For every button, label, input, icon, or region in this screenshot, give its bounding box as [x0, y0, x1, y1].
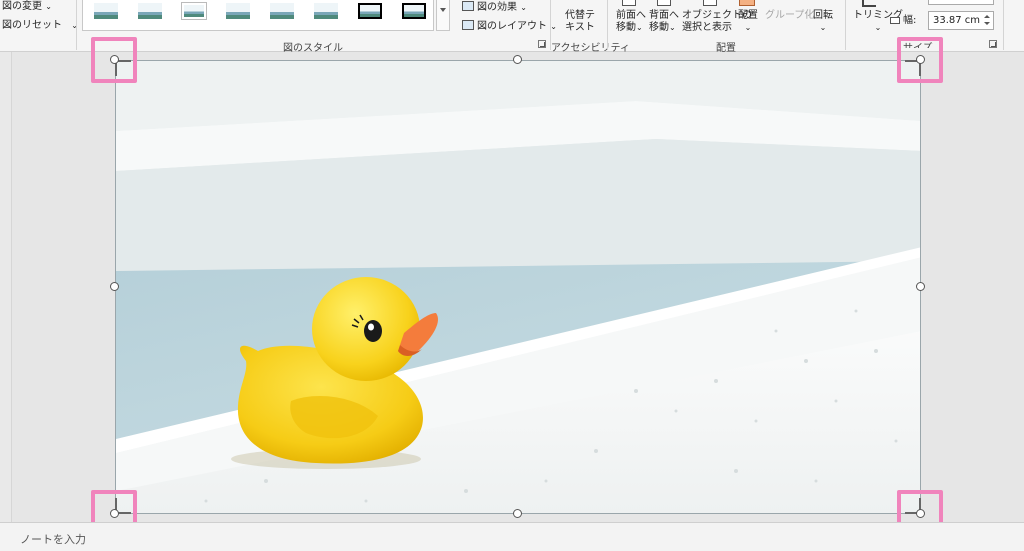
thumbnail-pane-edge	[0, 52, 12, 522]
picture-style-thumb[interactable]	[91, 1, 121, 23]
chevron-down-icon: ⌄	[819, 23, 827, 32]
alt-text-label-line1: 代替テ	[565, 10, 595, 21]
bring-forward-label-line1: 前面へ	[616, 10, 646, 21]
spinner-icon[interactable]	[983, 13, 991, 28]
align-icon	[739, 0, 755, 6]
notes-pane[interactable]: ノートを入力	[0, 522, 1024, 551]
width-icon	[890, 17, 900, 24]
picture-style-thumb[interactable]	[267, 1, 297, 23]
change-picture-button[interactable]: 図の変更 ⌄	[2, 1, 52, 13]
picture-style-thumb[interactable]	[223, 1, 253, 23]
dialog-launcher-icon[interactable]	[989, 40, 997, 48]
reset-picture-label: 図のリセット	[2, 20, 62, 31]
selection-pane-icon	[703, 0, 717, 6]
chevron-down-icon: ⌄	[520, 3, 527, 12]
rotate-button[interactable]: 回転 ⌄	[813, 10, 833, 34]
chevron-down-icon: ⌄	[874, 23, 882, 32]
picture-effects-icon	[462, 1, 474, 11]
notes-placeholder: ノートを入力	[20, 533, 86, 546]
highlight-top-right	[897, 37, 943, 83]
picture-style-thumb[interactable]	[399, 1, 429, 23]
resize-handle-right[interactable]	[916, 282, 925, 291]
bring-forward-icon	[622, 0, 636, 6]
align-button[interactable]: 配置 ⌄	[738, 10, 758, 34]
send-backward-icon	[657, 0, 671, 6]
chevron-down-icon: ⌄	[45, 2, 52, 11]
highlight-top-left	[91, 37, 137, 83]
picture-layout-button[interactable]: 図のレイアウト ⌄	[462, 20, 557, 33]
picture-effects-label: 図の効果	[477, 2, 517, 13]
chevron-down-icon: ⌄	[550, 22, 557, 31]
chevron-down-icon: ⌄	[744, 23, 752, 32]
dialog-launcher-icon[interactable]	[538, 40, 546, 48]
bring-forward-button[interactable]: 前面へ 移動⌄	[616, 10, 646, 34]
align-label: 配置	[738, 10, 758, 21]
send-backward-label-line1: 背面へ	[649, 10, 679, 21]
bring-forward-label-line2: 移動	[616, 22, 636, 33]
group-separator	[1003, 0, 1004, 50]
group-separator	[845, 0, 846, 50]
group-separator	[607, 0, 608, 50]
picture-layout-label: 図のレイアウト	[477, 21, 547, 32]
width-label-wrap: 幅:	[890, 15, 916, 27]
resize-handle-top[interactable]	[513, 55, 522, 64]
send-backward-button[interactable]: 背面へ 移動⌄	[649, 10, 679, 34]
group-objects-label: グループ化	[765, 10, 815, 21]
resize-handle-left[interactable]	[110, 282, 119, 291]
picture-styles-gallery[interactable]	[82, 0, 434, 31]
resize-handle-bottom[interactable]	[513, 509, 522, 518]
picture-style-thumb[interactable]	[355, 1, 385, 23]
group-separator	[76, 0, 77, 50]
picture-style-thumb[interactable]	[311, 1, 341, 23]
crop-icon	[862, 0, 876, 7]
picture-style-thumb[interactable]	[179, 1, 209, 23]
selected-picture[interactable]	[115, 60, 921, 514]
picture-effects-button[interactable]: 図の効果 ⌄	[462, 1, 527, 14]
send-backward-label-line2: 移動	[649, 22, 669, 33]
chevron-down-icon: ⌄	[636, 23, 643, 32]
width-value: 33.87 cm	[933, 15, 981, 26]
height-input[interactable]	[928, 0, 994, 5]
rotate-label: 回転	[813, 10, 833, 21]
alt-text-button[interactable]: 代替テ キスト	[565, 10, 595, 34]
picture-layout-icon	[462, 20, 474, 30]
width-label: 幅:	[903, 15, 917, 26]
picture-style-thumb[interactable]	[135, 1, 165, 23]
chevron-down-icon: ⌄	[669, 23, 676, 32]
rubber-duck-photo	[116, 61, 920, 513]
ribbon: 図の変更 ⌄ 図のリセット ⌄ 図の効果 ⌄ 図のレイアウト ⌄ 図のスタイル …	[0, 0, 1024, 54]
gallery-more-button[interactable]	[436, 0, 450, 31]
reset-picture-button[interactable]: 図のリセット ⌄	[2, 20, 78, 32]
alt-text-label-line2: キスト	[565, 22, 595, 33]
width-input[interactable]: 33.87 cm	[928, 11, 994, 30]
change-picture-label: 図の変更	[2, 1, 42, 12]
